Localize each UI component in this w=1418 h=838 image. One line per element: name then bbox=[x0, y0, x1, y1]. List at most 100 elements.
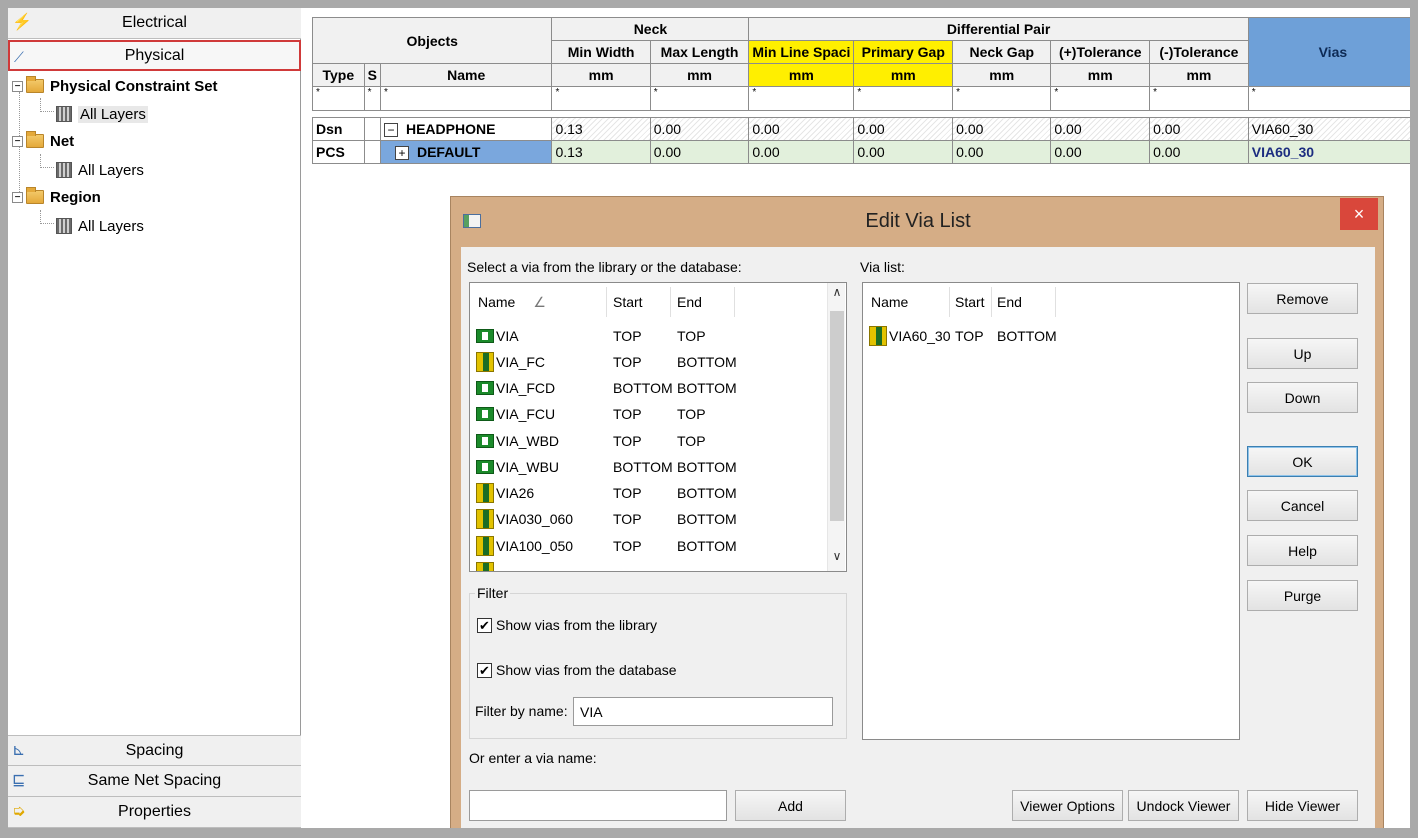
folder-icon bbox=[26, 131, 44, 148]
remove-button[interactable]: Remove bbox=[1247, 283, 1358, 314]
checkbox-checked-icon[interactable]: ✔ bbox=[477, 617, 492, 633]
via-start: TOP bbox=[613, 328, 642, 344]
vertical-scrollbar[interactable]: ∧ ∨ bbox=[827, 283, 845, 571]
via-name: VIA60_30 bbox=[889, 328, 951, 344]
via-name-input[interactable] bbox=[469, 790, 727, 821]
constraint-browser: ⚡ Electrical ⟋ Physical − Physical Const… bbox=[8, 8, 301, 828]
filter-by-name-input[interactable]: VIA bbox=[573, 697, 833, 726]
tree-item-all-layers[interactable]: All Layers bbox=[56, 214, 144, 238]
tree-item-label: Region bbox=[50, 188, 101, 206]
column-header-end[interactable]: End bbox=[997, 283, 1022, 321]
tree-item-all-layers[interactable]: All Layers bbox=[56, 102, 148, 126]
category-same-net-spacing[interactable]: ⊑ Same Net Spacing bbox=[8, 766, 301, 797]
expand-icon[interactable]: + bbox=[394, 146, 409, 160]
neck-gap-cell[interactable]: 0.00 bbox=[952, 140, 1052, 164]
category-physical[interactable]: ⟋ Physical bbox=[8, 40, 301, 71]
filter-cell[interactable]: * bbox=[551, 86, 651, 111]
unit-cell: mm bbox=[1149, 63, 1249, 87]
close-button[interactable]: × bbox=[1340, 198, 1378, 230]
hide-viewer-button[interactable]: Hide Viewer bbox=[1247, 790, 1358, 821]
s-cell bbox=[363, 140, 381, 164]
minus-tolerance-cell[interactable]: 0.00 bbox=[1149, 140, 1249, 164]
via-end: BOTTOM bbox=[677, 459, 737, 475]
tree-item-net[interactable]: − Net bbox=[12, 129, 74, 153]
add-button[interactable]: Add bbox=[735, 790, 846, 821]
undock-viewer-button[interactable]: Undock Viewer bbox=[1128, 790, 1239, 821]
show-library-checkbox[interactable]: ✔ Show vias from the library bbox=[477, 617, 657, 633]
column-header-name[interactable]: Name bbox=[871, 283, 908, 321]
primary-gap-cell[interactable]: 0.00 bbox=[853, 117, 954, 141]
filter-cell[interactable]: * bbox=[1149, 86, 1249, 111]
plus-tolerance-cell[interactable]: 0.00 bbox=[1050, 117, 1151, 141]
filter-cell[interactable]: * bbox=[379, 86, 553, 111]
min-line-spacing-cell[interactable]: 0.00 bbox=[748, 117, 855, 141]
tree-item-physical-constraint-set[interactable]: − Physical Constraint Set bbox=[12, 74, 218, 98]
primary-gap-cell[interactable]: 0.00 bbox=[853, 140, 954, 164]
checkbox-checked-icon[interactable]: ✔ bbox=[477, 662, 492, 678]
plus-tolerance-cell[interactable]: 0.00 bbox=[1050, 140, 1151, 164]
down-button[interactable]: Down bbox=[1247, 382, 1358, 413]
minus-tolerance-cell[interactable]: 0.00 bbox=[1149, 117, 1249, 141]
column-header-start[interactable]: Start bbox=[613, 283, 643, 321]
max-length-cell[interactable]: 0.00 bbox=[649, 140, 750, 164]
table-row[interactable]: Dsn − HEADPHONE 0.13 0.00 0.00 0.00 0.00 … bbox=[312, 117, 1418, 141]
name-cell: DEFAULT bbox=[416, 144, 481, 160]
constraint-grid: Objects Neck Differential Pair Vias Min … bbox=[311, 17, 1418, 164]
filter-cell[interactable]: * bbox=[1050, 86, 1151, 111]
min-line-spacing-cell[interactable]: 0.00 bbox=[748, 140, 855, 164]
properties-icon: ➭ bbox=[12, 803, 26, 820]
min-width-cell[interactable]: 0.13 bbox=[551, 140, 651, 164]
column-header-name[interactable]: Name ∠ bbox=[478, 283, 546, 321]
dialog-title-bar[interactable]: Edit Via List × bbox=[451, 197, 1385, 247]
help-button[interactable]: Help bbox=[1247, 535, 1358, 566]
filter-cell[interactable]: * bbox=[853, 86, 954, 111]
filter-cell[interactable]: * bbox=[649, 86, 750, 111]
via-start: TOP bbox=[613, 485, 642, 501]
tree-guide-line bbox=[40, 98, 54, 112]
purge-button[interactable]: Purge bbox=[1247, 580, 1358, 611]
scroll-up-icon[interactable]: ∧ bbox=[828, 285, 846, 305]
via-list[interactable]: Name Start End VIA60_30 TOP BOTTOM bbox=[862, 282, 1240, 740]
column-header-start[interactable]: Start bbox=[955, 283, 985, 321]
scroll-thumb[interactable] bbox=[830, 311, 844, 521]
collapse-icon[interactable]: − bbox=[12, 191, 23, 203]
show-database-checkbox[interactable]: ✔ Show vias from the database bbox=[477, 662, 677, 678]
s-header: S bbox=[363, 63, 381, 87]
filter-cell[interactable]: * bbox=[952, 86, 1052, 111]
minus-tolerance-header: (-)Tolerance bbox=[1149, 40, 1249, 64]
filter-cell[interactable]: * bbox=[748, 86, 855, 111]
neck-gap-cell[interactable]: 0.00 bbox=[952, 117, 1052, 141]
tree-item-all-layers[interactable]: All Layers bbox=[56, 158, 144, 182]
plus-tolerance-header: (+)Tolerance bbox=[1050, 40, 1151, 64]
collapse-icon[interactable]: − bbox=[383, 123, 398, 137]
max-length-cell[interactable]: 0.00 bbox=[649, 117, 750, 141]
via-end: BOTTOM bbox=[677, 380, 737, 396]
column-header-end[interactable]: End bbox=[677, 283, 702, 321]
filter-cell[interactable]: * bbox=[363, 86, 381, 111]
via-library-list[interactable]: Name ∠ Start End VIA TOP TOP VIA_FC TOP B… bbox=[469, 282, 847, 572]
unit-cell: mm bbox=[748, 63, 855, 87]
filter-cell[interactable]: * bbox=[312, 86, 365, 111]
via-icon bbox=[476, 562, 494, 571]
ok-button[interactable]: OK bbox=[1247, 446, 1358, 477]
unit-cell: mm bbox=[853, 63, 954, 87]
cancel-button[interactable]: Cancel bbox=[1247, 490, 1358, 521]
via-icon bbox=[869, 326, 887, 346]
scroll-down-icon[interactable]: ∨ bbox=[828, 549, 846, 569]
up-button[interactable]: Up bbox=[1247, 338, 1358, 369]
category-properties[interactable]: ➭ Properties bbox=[8, 797, 301, 828]
min-width-cell[interactable]: 0.13 bbox=[551, 117, 651, 141]
viewer-options-button[interactable]: Viewer Options bbox=[1012, 790, 1123, 821]
category-spacing[interactable]: ⊾ Spacing bbox=[8, 735, 301, 766]
vias-cell[interactable]: VIA60_30 bbox=[1247, 117, 1418, 141]
filter-cell[interactable]: * bbox=[1247, 86, 1418, 111]
collapse-icon[interactable]: − bbox=[12, 135, 23, 147]
via-icon bbox=[476, 536, 494, 556]
via-end: TOP bbox=[677, 406, 706, 422]
tree-item-label: All Layers bbox=[78, 105, 148, 123]
tree-item-region[interactable]: − Region bbox=[12, 185, 101, 209]
vias-cell[interactable]: VIA60_30 bbox=[1247, 140, 1418, 164]
collapse-icon[interactable]: − bbox=[12, 80, 23, 92]
category-electrical[interactable]: ⚡ Electrical bbox=[8, 8, 301, 39]
table-row[interactable]: PCS + DEFAULT 0.13 0.00 0.00 0.00 0.00 0.… bbox=[312, 140, 1418, 164]
